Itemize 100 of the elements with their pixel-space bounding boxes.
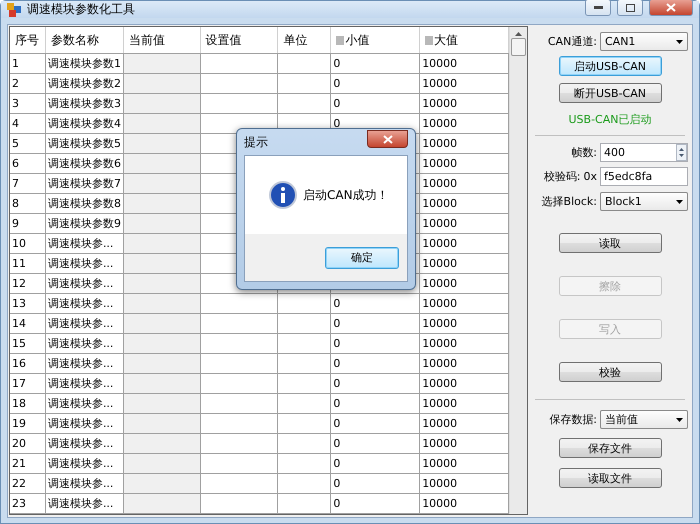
table-cell: 10000 bbox=[420, 454, 509, 474]
table-cell: 调速模块参... bbox=[46, 454, 124, 474]
table-cell: 9 bbox=[10, 214, 46, 234]
table-cell: 1 bbox=[10, 54, 46, 74]
info-icon bbox=[269, 181, 297, 209]
table-cell: 4 bbox=[10, 114, 46, 134]
spin-arrows-icon[interactable] bbox=[676, 144, 687, 161]
dialog-message: 启动CAN成功！ bbox=[303, 186, 389, 204]
window-title: 调速模块参数化工具 bbox=[27, 1, 136, 18]
table-cell: 10000 bbox=[420, 94, 509, 114]
action-button[interactable]: 校验 bbox=[558, 362, 662, 382]
table-cell: 0 bbox=[331, 334, 420, 354]
file-button[interactable]: 读取文件 bbox=[558, 468, 662, 488]
table-cell: 10000 bbox=[420, 214, 509, 234]
table-cell: 调速模块参... bbox=[46, 294, 124, 314]
status-text: USB-CAN已启动 bbox=[568, 112, 652, 127]
table-cell: 11 bbox=[10, 254, 46, 274]
maximize-icon bbox=[626, 4, 634, 12]
table-cell: 0 bbox=[331, 414, 420, 434]
table-cell: 10000 bbox=[420, 74, 509, 94]
table-cell: 22 bbox=[10, 474, 46, 494]
table-cell: 0 bbox=[331, 434, 420, 454]
table-cell: 0 bbox=[331, 74, 420, 94]
table-cell bbox=[278, 294, 332, 314]
dropdown-arrow-icon bbox=[676, 40, 683, 44]
table-cell: 0 bbox=[331, 54, 420, 74]
table-cell: 0 bbox=[331, 454, 420, 474]
table-cell: 23 bbox=[10, 494, 46, 514]
connect-button[interactable]: 断开USB-CAN bbox=[558, 83, 662, 103]
column-header[interactable]: 设置值 bbox=[200, 27, 278, 53]
table-cell: 2 bbox=[10, 74, 46, 94]
checksum-field[interactable]: f5edc8fa bbox=[600, 167, 688, 186]
table-cell: 3 bbox=[10, 94, 46, 114]
table-cell bbox=[278, 434, 332, 454]
table-cell: 0 bbox=[331, 94, 420, 114]
minimize-button[interactable] bbox=[585, 0, 611, 16]
table-cell: 10000 bbox=[420, 234, 509, 254]
table-cell: 10000 bbox=[420, 134, 509, 154]
table-cell: 调速模块参... bbox=[46, 314, 124, 334]
table-cell bbox=[278, 354, 332, 374]
table-cell: 10000 bbox=[420, 494, 509, 514]
table-cell: 10000 bbox=[420, 294, 509, 314]
field-label: 保存数据: bbox=[549, 412, 597, 427]
table-cell: 调速模块参... bbox=[46, 234, 124, 254]
table-cell: 10000 bbox=[420, 54, 509, 74]
table-cell: 调速模块参... bbox=[46, 334, 124, 354]
table-cell: 6 bbox=[10, 154, 46, 174]
field-label: 选择Block: bbox=[542, 194, 597, 209]
channel-select[interactable]: CAN1 bbox=[600, 32, 688, 51]
table-cell: 0 bbox=[331, 494, 420, 514]
scrollbar-thumb[interactable] bbox=[511, 38, 526, 56]
close-icon bbox=[666, 3, 676, 12]
minimize-icon bbox=[594, 6, 602, 9]
connect-button[interactable]: 启动USB-CAN bbox=[558, 56, 662, 76]
table-cell: 8 bbox=[10, 194, 46, 214]
table-cell bbox=[278, 414, 332, 434]
table-cell bbox=[278, 474, 332, 494]
table-cell bbox=[278, 454, 332, 474]
close-button[interactable] bbox=[649, 0, 693, 16]
table-cell: 5 bbox=[10, 134, 46, 154]
block-select[interactable]: Block1 bbox=[600, 192, 688, 211]
table-cell: 0 bbox=[331, 374, 420, 394]
table-cell: 调速模块参数1 bbox=[46, 54, 124, 74]
app-icon bbox=[7, 2, 21, 16]
table-cell bbox=[278, 334, 332, 354]
table-cell: 10000 bbox=[420, 274, 509, 294]
table-cell: 14 bbox=[10, 314, 46, 334]
table-cell bbox=[278, 74, 332, 94]
dropdown-arrow-icon bbox=[676, 200, 683, 204]
file-button[interactable]: 保存文件 bbox=[558, 438, 662, 458]
save-data-select[interactable]: 当前值 bbox=[600, 410, 688, 429]
table-cell: 0 bbox=[331, 474, 420, 494]
table-cell: 12 bbox=[10, 274, 46, 294]
table-cell: 调速模块参... bbox=[46, 494, 124, 514]
table-cell: 调速模块参... bbox=[46, 434, 124, 454]
table-cell: 10000 bbox=[420, 154, 509, 174]
table-cell bbox=[278, 94, 332, 114]
table-cell: 0 bbox=[331, 314, 420, 334]
table-cell: 调速模块参... bbox=[46, 474, 124, 494]
table-cell: 10000 bbox=[420, 314, 509, 334]
table-cell: 10000 bbox=[420, 434, 509, 454]
frame-count-spinner[interactable]: 400 bbox=[600, 143, 688, 162]
table-cell: 调速模块参... bbox=[46, 414, 124, 434]
table-cell bbox=[278, 314, 332, 334]
field-label: CAN通道: bbox=[548, 34, 597, 49]
ok-button[interactable]: 确定 bbox=[325, 246, 399, 268]
table-cell: 调速模块参数6 bbox=[46, 154, 124, 174]
table-cell: 调速模块参数8 bbox=[46, 194, 124, 214]
table-cell: 10000 bbox=[420, 374, 509, 394]
table-cell: 13 bbox=[10, 294, 46, 314]
maximize-button[interactable] bbox=[617, 0, 643, 16]
table-cell: 10000 bbox=[420, 334, 509, 354]
table-cell: 调速模块参数9 bbox=[46, 214, 124, 234]
close-button[interactable] bbox=[367, 130, 408, 148]
table-cell: 调速模块参数5 bbox=[46, 134, 124, 154]
table-cell: 18 bbox=[10, 394, 46, 414]
scroll-up-icon[interactable] bbox=[515, 32, 522, 36]
table-cell: 调速模块参数7 bbox=[46, 174, 124, 194]
table-cell: 17 bbox=[10, 374, 46, 394]
action-button[interactable]: 读取 bbox=[558, 233, 662, 253]
